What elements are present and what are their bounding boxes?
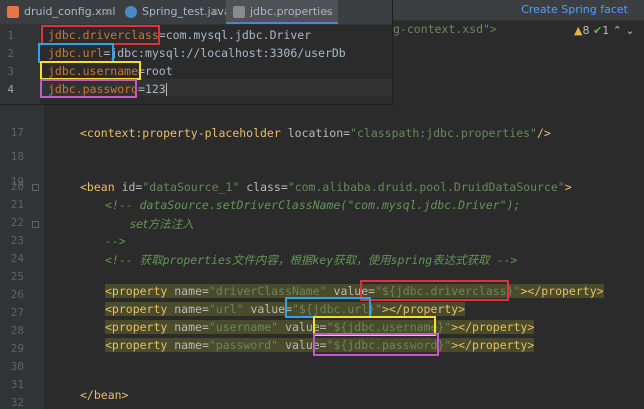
properties-editor-window[interactable]: druid_config.xml × Spring_test.java × jd… <box>0 0 393 105</box>
xml-tag-close: ></property> <box>451 338 535 352</box>
warning-count: 8 <box>582 24 590 37</box>
line-number: 30 <box>10 360 24 373</box>
highlight-box-username-key <box>40 61 141 80</box>
editor-tab-bar: druid_config.xml × Spring_test.java × jd… <box>0 0 392 25</box>
inspection-widget[interactable]: ▲8 ✔1 ⌃ ⌄ <box>574 24 635 37</box>
xml-value: g-context.xsd"> <box>393 22 497 36</box>
xml-tag: <bean <box>80 180 115 194</box>
property-value: root <box>144 64 173 78</box>
close-icon[interactable]: × <box>103 0 112 24</box>
line-number: 29 <box>10 342 24 355</box>
line-number: 22 <box>10 216 24 229</box>
properties-file-icon <box>233 6 245 18</box>
xml-tag: <property <box>105 338 168 352</box>
properties-gutter: 1 2 3 4 <box>0 25 40 104</box>
xml-value: "url" <box>208 302 244 316</box>
xml-value: "username" <box>208 320 279 334</box>
tab-druid-config[interactable]: druid_config.xml × <box>0 0 118 24</box>
code-comment[interactable]: set方法注入 <box>130 216 194 232</box>
check-icon: ✔ <box>592 24 603 37</box>
xml-file-icon <box>7 6 19 18</box>
xml-tag-close: ></property> <box>382 302 466 316</box>
text-caret <box>165 83 167 96</box>
property-value: com.mysql.jdbc.Driver <box>165 28 312 42</box>
xml-value: "dataSource_1" <box>142 180 240 194</box>
xml-value: "com.alibaba.druid.pool.DruidDataSource" <box>287 180 565 194</box>
xml-value: "password" <box>208 338 279 352</box>
line-number: 28 <box>10 324 24 337</box>
code-line-bean[interactable]: <bean id="dataSource_1" class="com.aliba… <box>80 180 572 194</box>
line-number: 21 <box>10 198 24 211</box>
xml-tag-close: /> <box>536 126 551 140</box>
code-comment[interactable]: <!-- dataSource.setDriverClassName("com.… <box>105 198 520 212</box>
code-line-xsd[interactable]: g-context.xsd"> <box>393 22 497 36</box>
highlight-box-password-key <box>40 79 137 98</box>
highlight-box-url-key <box>38 43 114 63</box>
line-number: 23 <box>10 234 24 247</box>
line-number: 24 <box>10 252 24 265</box>
tab-jdbc-properties[interactable]: jdbc.properties × <box>226 0 338 24</box>
highlight-box-password <box>313 333 439 356</box>
create-spring-facet-link[interactable]: Create Spring facet <box>521 3 628 16</box>
line-number: 1 <box>7 29 14 42</box>
line-number: 27 <box>10 306 24 319</box>
property-value: 123 <box>144 82 166 96</box>
xml-attr: class= <box>246 180 288 194</box>
xml-tag-close: ></property> <box>451 320 535 334</box>
java-class-icon <box>125 6 137 18</box>
xml-tag-close: ></property> <box>520 284 604 298</box>
code-line-placeholder[interactable]: <context:property-placeholder location="… <box>80 126 551 140</box>
tab-spring-test[interactable]: Spring_test.java × <box>118 0 231 24</box>
xml-tag: <context:property-placeholder <box>80 126 281 140</box>
line-number: 18 <box>10 150 24 163</box>
xml-value: "classpath:jdbc.properties" <box>350 126 537 140</box>
tab-label: jdbc.properties <box>250 5 333 18</box>
line-number: 2 <box>7 47 14 60</box>
chevron-up-icon[interactable]: ⌃ <box>613 24 622 37</box>
xml-attr: name= <box>174 284 209 298</box>
xml-attr: id= <box>121 180 143 194</box>
xml-attr: location= <box>287 126 351 140</box>
xml-attr: name= <box>174 302 209 316</box>
highlight-box-driverclass-key <box>41 25 160 45</box>
xml-tag: <property <box>105 284 168 298</box>
highlight-box-driverclass <box>360 280 509 301</box>
notification-bar: Create Spring facet <box>392 0 644 21</box>
property-separator: = <box>138 82 145 96</box>
line-number: 32 <box>10 396 24 409</box>
close-icon[interactable]: × <box>323 0 332 24</box>
code-comment[interactable]: --> <box>105 234 126 248</box>
chevron-down-icon[interactable]: ⌄ <box>625 24 634 37</box>
line-number: 3 <box>7 65 14 78</box>
line-number: 26 <box>10 288 24 301</box>
fold-marker-icon[interactable] <box>32 184 39 191</box>
xml-tag-close: > <box>564 180 572 194</box>
line-number: 25 <box>10 270 24 283</box>
highlight-box-url <box>285 297 371 318</box>
line-number: 31 <box>10 378 24 391</box>
ok-count: 1 <box>602 24 610 37</box>
fold-marker-icon[interactable] <box>32 221 39 228</box>
tab-label: druid_config.xml <box>24 5 116 18</box>
line-number: 17 <box>10 126 24 139</box>
close-icon[interactable]: × <box>211 0 220 24</box>
xml-gutter: 17 18 19 20 21 22 23 24 25 26 27 28 29 3… <box>0 104 44 409</box>
xml-value: "driverClassName" <box>208 284 327 298</box>
line-number: 4 <box>7 83 14 96</box>
xml-attr: name= <box>174 338 209 352</box>
xml-tag: <property <box>105 320 168 334</box>
code-line-property[interactable]: <property name="driverClassName" value="… <box>105 284 604 298</box>
xml-tag: <property <box>105 302 168 316</box>
line-number: 20 <box>10 180 24 193</box>
xml-attr: name= <box>174 320 209 334</box>
code-line-bean-close[interactable]: </bean> <box>80 388 128 402</box>
code-comment[interactable]: <!-- 获取properties文件内容，根据key获取，使用spring表达… <box>105 252 517 268</box>
property-value: jdbc:mysql://localhost:3306/userDb <box>110 46 346 60</box>
